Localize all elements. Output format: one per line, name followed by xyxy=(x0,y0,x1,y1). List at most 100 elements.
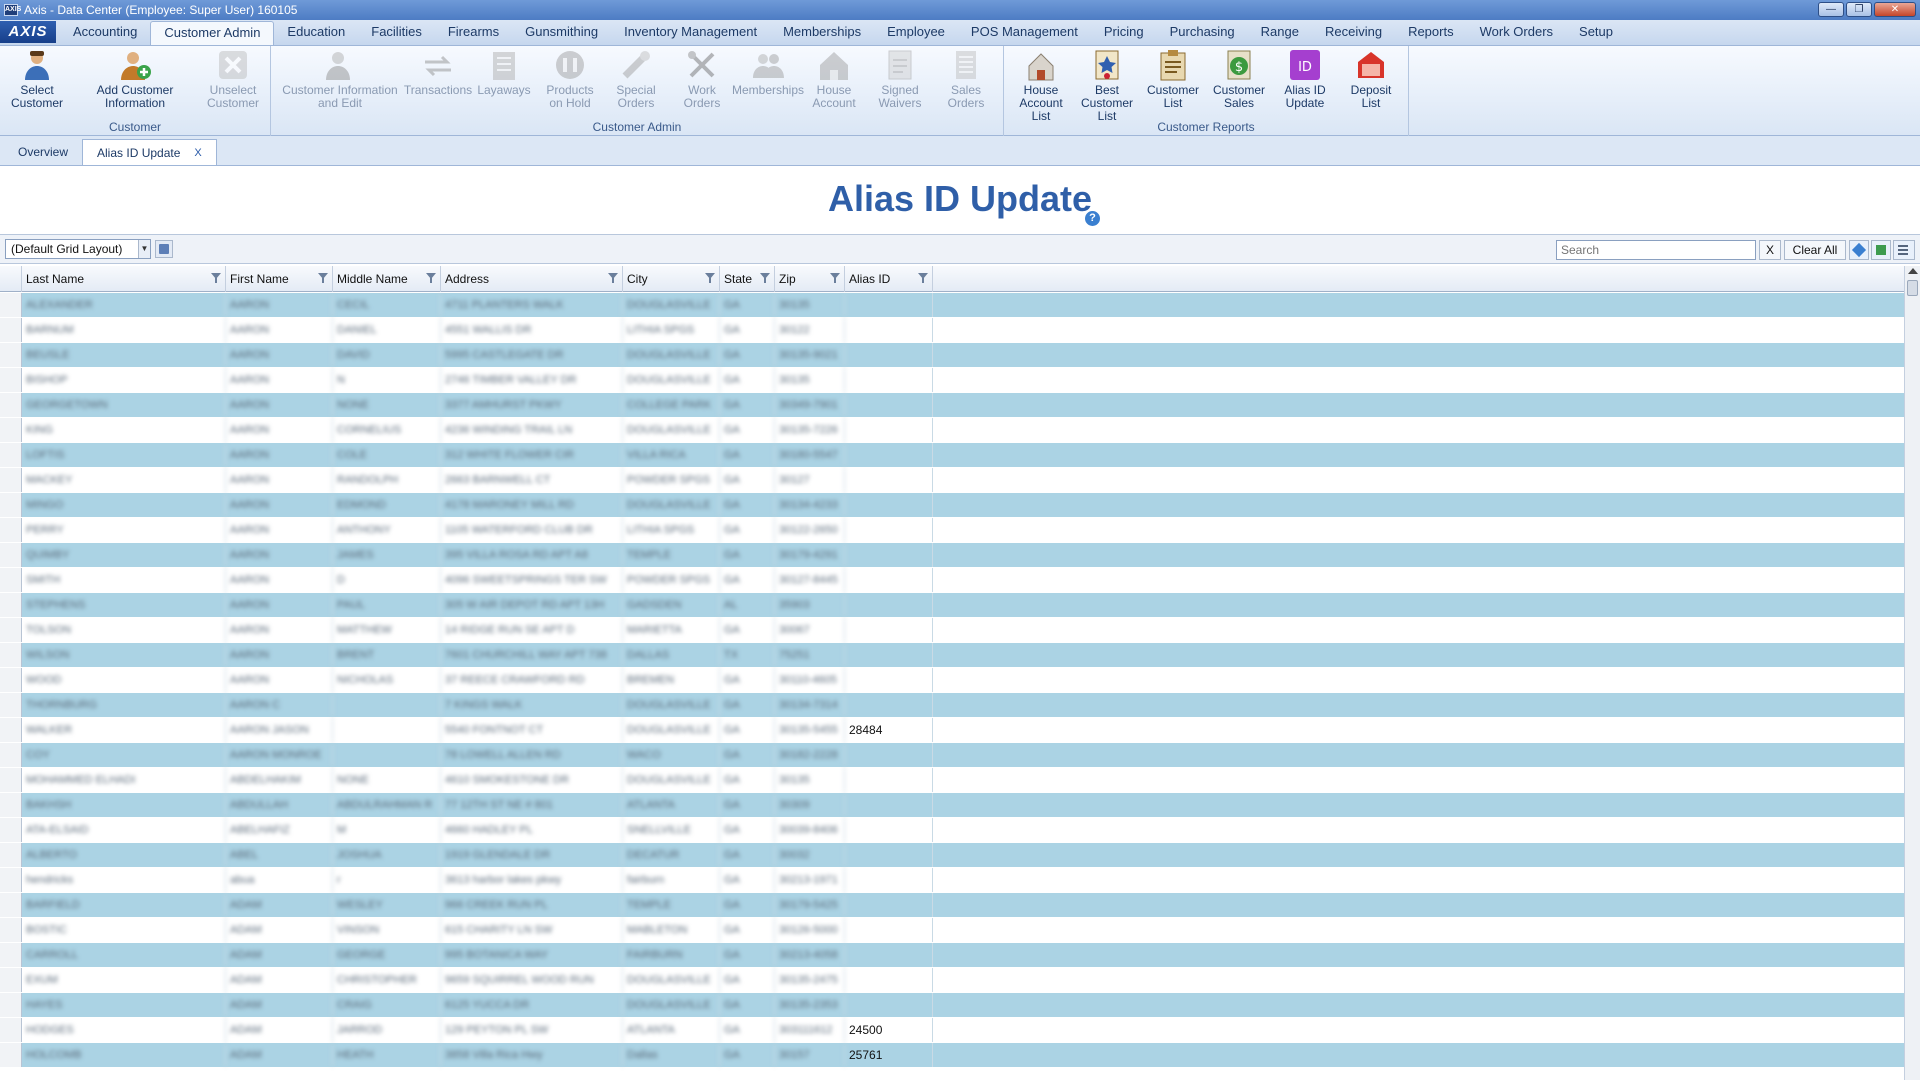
house-account-button[interactable]: House Account xyxy=(804,48,864,110)
cell-first-name[interactable]: AARON xyxy=(226,593,333,617)
cell-address[interactable]: 4178 MARONEY MILL RD xyxy=(441,493,623,517)
cell-city[interactable]: TEMPLE xyxy=(623,543,720,567)
menu-tab-setup[interactable]: Setup xyxy=(1566,21,1626,45)
cell-middle-name[interactable]: JARROD xyxy=(333,1018,441,1042)
table-row[interactable]: BAKHSH ABDULLAH ABDULRAHMAN R 77 12TH ST NE… xyxy=(0,793,1904,818)
row-selector[interactable] xyxy=(0,943,22,967)
row-selector[interactable] xyxy=(0,868,22,892)
menu-tab-purchasing[interactable]: Purchasing xyxy=(1157,21,1248,45)
add-customer-information-button[interactable]: Add Customer Information xyxy=(73,48,197,110)
filter-icon[interactable] xyxy=(318,273,328,283)
table-row[interactable]: ALEXANDER AARON CECIL 4711 PLANTERS WALK DOU… xyxy=(0,293,1904,318)
row-selector[interactable] xyxy=(0,543,22,567)
cell-state[interactable]: GA xyxy=(720,418,775,442)
cell-city[interactable]: WACO xyxy=(623,743,720,767)
row-selector[interactable] xyxy=(0,293,22,317)
cell-first-name[interactable]: ABEL xyxy=(226,843,333,867)
scroll-thumb[interactable] xyxy=(1907,280,1918,296)
cell-state[interactable]: GA xyxy=(720,393,775,417)
cell-address[interactable]: 4551 WALLIS DR xyxy=(441,318,623,342)
row-selector[interactable] xyxy=(0,468,22,492)
cell-last-name[interactable]: COY xyxy=(22,743,226,767)
cell-middle-name[interactable]: ANTHONY xyxy=(333,518,441,542)
cell-city[interactable]: DOUGLASVILLE xyxy=(623,718,720,742)
column-header-alias-id[interactable]: Alias ID xyxy=(845,266,933,292)
cell-address[interactable]: 3377 AMHURST PKWY xyxy=(441,393,623,417)
menu-tab-employee[interactable]: Employee xyxy=(874,21,958,45)
tab-alias-id-update[interactable]: Alias ID Update X xyxy=(82,139,217,165)
cell-city[interactable]: DOUGLASVILLE xyxy=(623,418,720,442)
cell-middle-name[interactable]: NONE xyxy=(333,393,441,417)
close-tab-icon[interactable]: X xyxy=(194,140,201,166)
cell-last-name[interactable]: ATA-ELSAID xyxy=(22,818,226,842)
cell-middle-name[interactable]: CORNELIUS xyxy=(333,418,441,442)
cell-middle-name[interactable]: NICHOLAS xyxy=(333,668,441,692)
cell-state[interactable]: TX xyxy=(720,643,775,667)
search-input[interactable] xyxy=(1556,240,1756,260)
cell-address[interactable]: 4096 SWEETSPRINGS TER SW xyxy=(441,568,623,592)
cell-city[interactable]: DOUGLASVILLE xyxy=(623,493,720,517)
table-row[interactable]: WALKER AARON JASON 5540 FONTNOT CT DOUGLASV… xyxy=(0,718,1904,743)
cell-zip[interactable]: 30122 xyxy=(775,318,845,342)
minimize-button[interactable]: — xyxy=(1818,2,1844,17)
cell-middle-name[interactable]: ABDULRAHMAN R xyxy=(333,793,441,817)
cell-alias-id[interactable] xyxy=(845,618,933,642)
cell-middle-name[interactable]: COLE xyxy=(333,443,441,467)
cell-state[interactable]: GA xyxy=(720,318,775,342)
row-selector[interactable] xyxy=(0,318,22,342)
cell-last-name[interactable]: BARFIELD xyxy=(22,893,226,917)
cell-first-name[interactable]: ADAM xyxy=(226,943,333,967)
cell-state[interactable]: GA xyxy=(720,668,775,692)
cell-first-name[interactable]: ADAM xyxy=(226,993,333,1017)
cell-address[interactable]: 5540 FONTNOT CT xyxy=(441,718,623,742)
cell-alias-id[interactable] xyxy=(845,818,933,842)
cell-alias-id[interactable] xyxy=(845,318,933,342)
transactions-button[interactable]: Transactions xyxy=(404,48,472,97)
cell-alias-id[interactable] xyxy=(845,443,933,467)
cell-middle-name[interactable]: DAVID xyxy=(333,343,441,367)
cell-middle-name[interactable]: WESLEY xyxy=(333,893,441,917)
cell-last-name[interactable]: ALBERTO xyxy=(22,843,226,867)
cell-address[interactable]: 2746 TIMBER VALLEY DR xyxy=(441,368,623,392)
filter-icon[interactable] xyxy=(426,273,436,283)
cell-first-name[interactable]: ADAM xyxy=(226,1043,333,1067)
cell-middle-name[interactable]: CRAIG xyxy=(333,993,441,1017)
table-row[interactable]: SMITH AARON D 4096 SWEETSPRINGS TER SW POWDE… xyxy=(0,568,1904,593)
cell-last-name[interactable]: HODGES xyxy=(22,1018,226,1042)
cell-city[interactable]: SNELLVILLE xyxy=(623,818,720,842)
cell-alias-id[interactable] xyxy=(845,468,933,492)
filter-icon[interactable] xyxy=(918,273,928,283)
column-header-city[interactable]: City xyxy=(623,266,720,292)
cell-alias-id[interactable] xyxy=(845,893,933,917)
cell-middle-name[interactable]: GEORGE xyxy=(333,943,441,967)
cell-last-name[interactable]: WALKER xyxy=(22,718,226,742)
table-row[interactable]: MOHAMMED ELHADI ABDELHAKIM NONE 4610 SMOKES… xyxy=(0,768,1904,793)
menu-tab-work-orders[interactable]: Work Orders xyxy=(1467,21,1566,45)
cell-middle-name[interactable]: PAUL xyxy=(333,593,441,617)
cell-zip[interactable]: 30067 xyxy=(775,618,845,642)
table-row[interactable]: HAYES ADAM CRAIG 6125 YUCCA DR DOUGLASVILLE G… xyxy=(0,993,1904,1018)
filter-icon[interactable] xyxy=(760,273,770,283)
menu-tab-pricing[interactable]: Pricing xyxy=(1091,21,1157,45)
cell-address[interactable]: 6125 YUCCA DR xyxy=(441,993,623,1017)
cell-last-name[interactable]: TOLSON xyxy=(22,618,226,642)
help-icon[interactable]: ? xyxy=(1085,211,1100,226)
cell-alias-id[interactable] xyxy=(845,743,933,767)
cell-address[interactable]: 395 VILLA ROSA RD APT A8 xyxy=(441,543,623,567)
cell-city[interactable]: BREMEN xyxy=(623,668,720,692)
cell-city[interactable]: GADSDEN xyxy=(623,593,720,617)
cell-alias-id[interactable] xyxy=(845,968,933,992)
cell-alias-id[interactable] xyxy=(845,693,933,717)
cell-zip[interactable]: 30179-4291 xyxy=(775,543,845,567)
cell-last-name[interactable]: CARROLL xyxy=(22,943,226,967)
table-row[interactable]: KING AARON CORNELIUS 4236 WINDING TRAIL LN D… xyxy=(0,418,1904,443)
filter-icon[interactable] xyxy=(830,273,840,283)
scroll-up-icon[interactable] xyxy=(1908,268,1918,274)
menu-tab-gunsmithing[interactable]: Gunsmithing xyxy=(512,21,611,45)
cell-first-name[interactable]: AARON JASON xyxy=(226,718,333,742)
cell-state[interactable]: GA xyxy=(720,468,775,492)
cell-last-name[interactable]: THORNBURG xyxy=(22,693,226,717)
cell-zip[interactable]: 30213-1971 xyxy=(775,868,845,892)
cell-alias-id[interactable] xyxy=(845,543,933,567)
cell-middle-name[interactable]: N xyxy=(333,368,441,392)
